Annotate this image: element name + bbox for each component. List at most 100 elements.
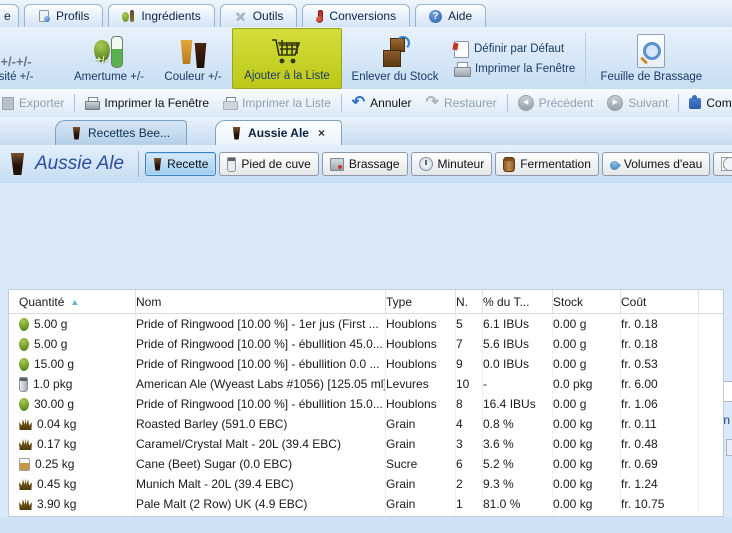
table-row[interactable]: 1.0 pkg American Ale (Wyeast Labs #1056)… (9, 374, 723, 394)
undo-button[interactable]: ↶Annuler (345, 96, 419, 110)
ribbon-color-button[interactable]: Couleur +/- (154, 27, 232, 89)
ribbon-brew-sheet-button[interactable]: Feuille de Brassage (590, 27, 712, 89)
ribbon-add-to-list-button[interactable]: Ajouter à la Liste (232, 28, 342, 89)
app-window: e Profils Ingrédients Outils Conversions… (0, 0, 732, 533)
redo-button[interactable]: ↷Restaurer (419, 96, 504, 110)
table-row[interactable]: 0.45 kg Munich Malt - 20L (39.4 EBC) Gra… (9, 474, 723, 494)
tab-volumes-eau[interactable]: Volumes d'eau (602, 152, 710, 176)
water-drop-icon (608, 159, 621, 172)
thermometer-icon (316, 10, 323, 23)
cost-cell: fr. 0.53 (621, 357, 658, 371)
table-row[interactable]: 5.00 g Pride of Ringwood [10.00 %] - ébu… (9, 334, 723, 354)
cost-cell: fr. 1.24 (621, 477, 658, 491)
print-window-button[interactable]: Imprimer la Fenêtre (78, 96, 216, 110)
tab-brassage[interactable]: Brassage (322, 152, 408, 176)
doc-tab-recettes[interactable]: Recettes Bee... (55, 120, 187, 145)
recipe-header: Aussie Ale Recette Pied de cuve Brassage… (0, 145, 732, 184)
pct-cell: 9.3 % (483, 477, 514, 491)
cost-cell: fr. 0.18 (621, 317, 658, 331)
pct-cell: 16.4 IBUs (483, 397, 536, 411)
stock-cell: 0.00 kg (553, 457, 592, 471)
ribbon-remove-stock-label: Enlever du Stock (352, 71, 439, 83)
export-button[interactable]: Exporter (0, 96, 71, 110)
menu-tab-conversions[interactable]: Conversions (302, 4, 410, 27)
ingredient-icon (19, 418, 32, 430)
stock-cell: 0.00 kg (553, 497, 592, 511)
print-list-button[interactable]: Imprimer la Liste (216, 96, 338, 110)
column-header-empty (699, 290, 723, 313)
ribbon-print-window-button[interactable]: Imprimer la Fenêtre (454, 62, 575, 76)
ingredient-icon (19, 358, 29, 371)
column-header-quantite[interactable]: Quantité▲ (19, 290, 136, 313)
previous-button[interactable]: ◀Précédent (511, 95, 601, 111)
stock-cell: 0.00 kg (553, 477, 592, 491)
vial-icon (227, 157, 236, 172)
printer-icon (454, 62, 470, 76)
tab-minuteur[interactable]: Minuteur (411, 152, 493, 176)
ingredient-icon (19, 478, 32, 490)
menu-tab-profils[interactable]: Profils (24, 4, 103, 27)
table-header-row: Quantité▲ Nom Type N. % du T... Stock Co… (9, 290, 723, 314)
table-row[interactable]: 30.00 g Pride of Ringwood [10.00 %] - éb… (9, 394, 723, 414)
toolbar-separator (341, 94, 342, 112)
kettle-icon (330, 158, 344, 171)
date-field-clipped[interactable] (723, 381, 732, 402)
toolbar-separator (74, 94, 75, 112)
tab-fermentation[interactable]: Fermentation (495, 152, 599, 176)
ribbon-bitterness-button[interactable]: +/- Amertume +/- (64, 27, 154, 89)
column-header-pct[interactable]: % du T... (483, 290, 553, 313)
column-header-stock[interactable]: Stock (553, 290, 621, 313)
table-row[interactable]: 0.04 kg Roasted Barley (591.0 EBC) Grain… (9, 414, 723, 434)
doc-tab-aussie-ale[interactable]: Aussie Ale× (215, 120, 342, 145)
pct-cell: 5.2 % (483, 457, 514, 471)
table-row[interactable]: 3.90 kg Pale Malt (2 Row) UK (4.9 EBC) G… (9, 494, 723, 514)
quantity-cell: 5.00 g (34, 317, 67, 331)
next-button[interactable]: ▶Suivant (600, 95, 675, 111)
help-icon (429, 10, 442, 23)
name-cell: Roasted Barley (591.0 EBC) (136, 417, 287, 431)
header-separator (138, 151, 139, 177)
ingredients-icon (122, 10, 135, 23)
close-tab-icon[interactable]: × (318, 126, 325, 140)
order-cell: 7 (456, 337, 463, 351)
toolbar-separator (507, 94, 508, 112)
previous-icon: ◀ (518, 95, 534, 111)
menu-tab-aide[interactable]: Aide (415, 4, 486, 27)
tab-recette[interactable]: Recette (145, 152, 216, 176)
table-row[interactable]: 15.00 g Pride of Ringwood [10.00 %] - éb… (9, 354, 723, 374)
menu-tab-label: Conversions (329, 9, 396, 23)
stock-cell: 0.0 pkg (553, 377, 592, 391)
ingredient-icon (19, 338, 29, 351)
ribbon-density-button[interactable]: +/-+/- sité +/- (0, 27, 64, 89)
menu-tab-outils[interactable]: Outils (220, 4, 298, 27)
type-cell: Houblons (386, 337, 437, 351)
column-header-type[interactable]: Type (386, 290, 456, 313)
order-cell: 9 (456, 357, 463, 371)
type-cell: Sucre (386, 457, 417, 471)
type-cell: Grain (386, 477, 415, 491)
menu-tab-ingredients[interactable]: Ingrédients (108, 4, 214, 27)
order-cell: 1 (456, 497, 463, 511)
ribbon-color-label: Couleur +/- (164, 71, 221, 83)
ingredient-icon (19, 438, 32, 450)
cost-cell: fr. 1.06 (621, 397, 658, 411)
column-header-nom[interactable]: Nom (136, 290, 386, 313)
tab-pied-de-cuve[interactable]: Pied de cuve (219, 152, 318, 176)
ingredient-icon (19, 398, 29, 411)
menu-tab-partial[interactable]: e (0, 4, 19, 27)
ribbon-bitterness-label: Amertume +/- (74, 71, 144, 83)
menu-tab-label: Ingrédients (141, 9, 200, 23)
quantity-cell: 5.00 g (34, 337, 67, 351)
quantity-cell: 0.25 kg (35, 457, 74, 471)
table-row[interactable]: 5.00 g Pride of Ringwood [10.00 %] - 1er… (9, 314, 723, 334)
column-header-n[interactable]: N. (456, 290, 483, 313)
quantity-cell: 0.45 kg (37, 477, 76, 491)
table-row[interactable]: 0.17 kg Caramel/Crystal Malt - 20L (39.4… (9, 434, 723, 454)
quantity-cell: 15.00 g (34, 357, 74, 371)
table-row[interactable]: 0.25 kg Cane (Beet) Sugar (0.0 EBC) Sucr… (9, 454, 723, 474)
ribbon-set-default-button[interactable]: Définir par Défaut (454, 41, 575, 58)
stock-cell: 0.00 kg (553, 417, 592, 431)
ribbon-remove-stock-button[interactable]: Enlever du Stock (342, 27, 448, 89)
column-header-cout[interactable]: Coût (621, 290, 699, 313)
addons-button[interactable]: Compléments (682, 96, 732, 110)
